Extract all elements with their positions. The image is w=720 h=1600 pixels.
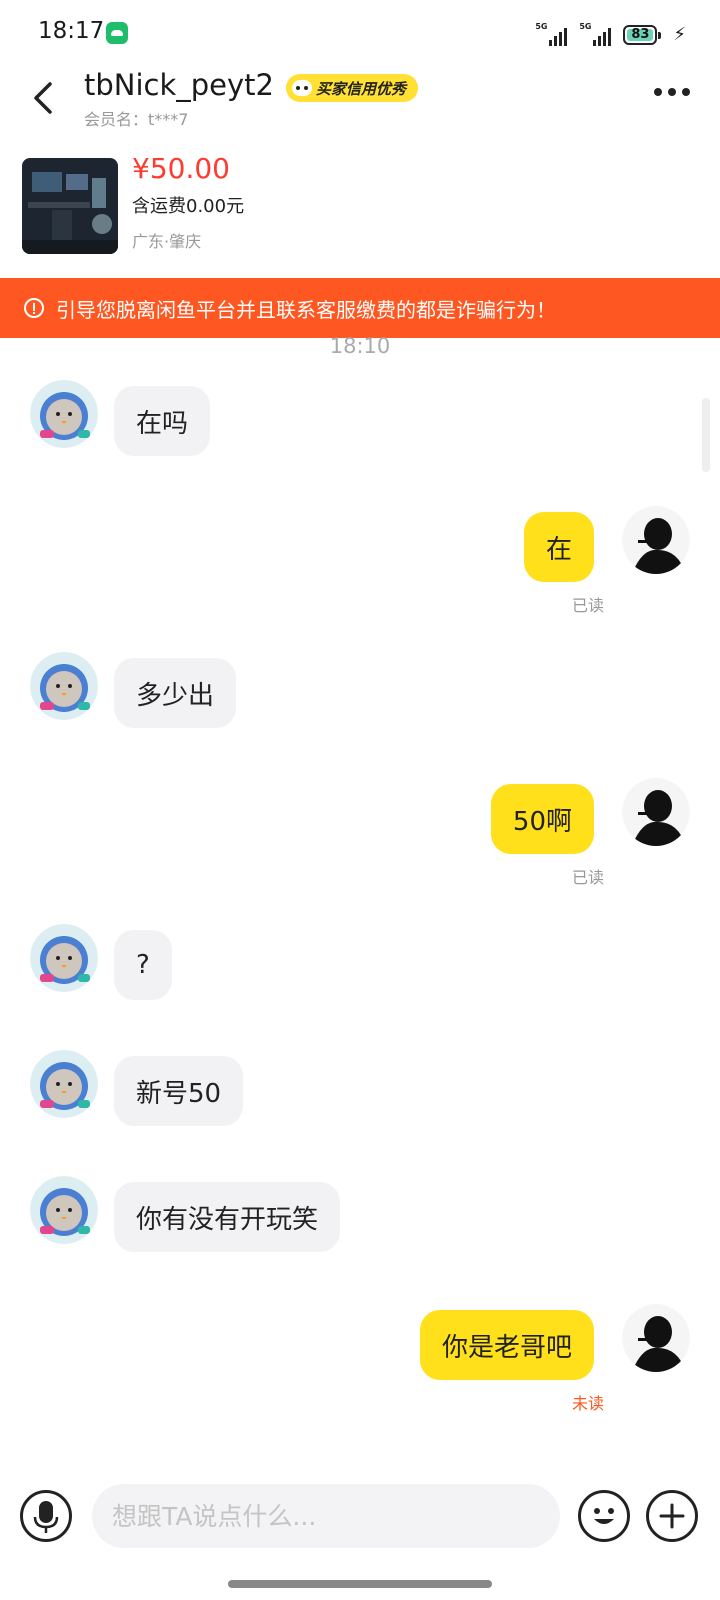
more-options-button[interactable] bbox=[654, 88, 690, 96]
chat-timestamp: 18:10 bbox=[329, 334, 391, 358]
cat-avatar-icon bbox=[30, 1050, 98, 1118]
self-avatar[interactable] bbox=[622, 778, 690, 846]
self-avatar[interactable] bbox=[622, 506, 690, 574]
buyer-avatar[interactable] bbox=[30, 1050, 98, 1118]
voice-input-button[interactable] bbox=[20, 1490, 72, 1542]
buyer-avatar[interactable] bbox=[30, 924, 98, 992]
warning-text: 引导您脱离闲鱼平台并且联系客服缴费的都是诈骗行为！ bbox=[56, 297, 556, 322]
battery-level: 83 bbox=[631, 27, 650, 42]
signal-icon: 5G bbox=[579, 22, 612, 46]
scrollbar[interactable] bbox=[702, 398, 710, 472]
member-name: 会员名：t***7 bbox=[84, 110, 189, 129]
product-card[interactable]: ¥50.00 含运费0.00元 广东·肇庆 bbox=[0, 148, 720, 264]
smiley-icon bbox=[594, 1508, 614, 1524]
credit-badge[interactable]: 买家信用优秀 bbox=[286, 74, 419, 102]
message-bubble[interactable]: 在吗 bbox=[114, 386, 211, 456]
emoji-button[interactable] bbox=[578, 1490, 630, 1542]
message-bubble[interactable]: 50啊 bbox=[490, 784, 594, 854]
message-bubble[interactable]: 在 bbox=[523, 512, 594, 582]
message-bubble[interactable]: ? bbox=[114, 930, 172, 1000]
buyer-avatar[interactable] bbox=[30, 1176, 98, 1244]
add-more-button[interactable] bbox=[646, 1490, 698, 1542]
read-status: 已读 bbox=[572, 596, 605, 615]
message-bubble[interactable]: 你是老哥吧 bbox=[419, 1310, 594, 1380]
message-bubble[interactable]: 新号50 bbox=[114, 1056, 244, 1126]
silhouette-avatar-icon bbox=[622, 1304, 690, 1372]
plus-icon bbox=[659, 1503, 685, 1529]
chat-header: tbNick_peyt2 买家信用优秀 会员名：t***7 bbox=[0, 66, 720, 134]
cat-avatar-icon bbox=[30, 380, 98, 448]
cat-avatar-icon bbox=[30, 652, 98, 720]
status-icons: 5G 5G 83 ⚡ bbox=[535, 20, 686, 46]
shipping-info: 含运费0.00元 bbox=[132, 196, 245, 217]
message-input-bar bbox=[0, 1476, 720, 1564]
chevron-left-icon bbox=[34, 82, 52, 114]
read-status: 已读 bbox=[572, 868, 605, 887]
self-avatar[interactable] bbox=[622, 1304, 690, 1372]
charging-icon: ⚡ bbox=[673, 24, 686, 45]
fish-face-icon bbox=[292, 80, 312, 96]
product-price: ¥50.00 bbox=[132, 152, 230, 185]
unread-status: 未读 bbox=[572, 1394, 605, 1413]
product-location: 广东·肇庆 bbox=[132, 232, 202, 251]
scam-warning-banner: 引导您脱离闲鱼平台并且联系客服缴费的都是诈骗行为！ bbox=[0, 278, 720, 338]
silhouette-avatar-icon bbox=[622, 506, 690, 574]
buyer-avatar[interactable] bbox=[30, 652, 98, 720]
product-thumbnail[interactable] bbox=[22, 158, 118, 254]
silhouette-avatar-icon bbox=[622, 778, 690, 846]
product-image bbox=[22, 158, 118, 254]
battery-icon: 83 bbox=[623, 25, 662, 45]
status-bar: 18:17 5G 5G 83 ⚡ bbox=[0, 0, 720, 66]
network-type-label: 5G bbox=[579, 22, 592, 31]
message-input[interactable] bbox=[92, 1484, 560, 1548]
alert-icon bbox=[24, 298, 44, 318]
microphone-icon bbox=[33, 1501, 59, 1533]
cat-avatar-icon bbox=[30, 924, 98, 992]
android-app-icon bbox=[106, 22, 128, 44]
contact-name[interactable]: tbNick_peyt2 bbox=[84, 68, 274, 102]
back-button[interactable] bbox=[26, 76, 66, 120]
signal-icon: 5G bbox=[535, 22, 568, 46]
network-type-label: 5G bbox=[535, 22, 548, 31]
cat-avatar-icon bbox=[30, 1176, 98, 1244]
buyer-avatar[interactable] bbox=[30, 380, 98, 448]
home-indicator[interactable] bbox=[228, 1580, 492, 1588]
status-time: 18:17 bbox=[38, 18, 105, 44]
credit-badge-label: 买家信用优秀 bbox=[316, 79, 407, 98]
message-bubble[interactable]: 多少出 bbox=[114, 658, 237, 728]
message-bubble[interactable]: 你有没有开玩笑 bbox=[114, 1182, 341, 1252]
